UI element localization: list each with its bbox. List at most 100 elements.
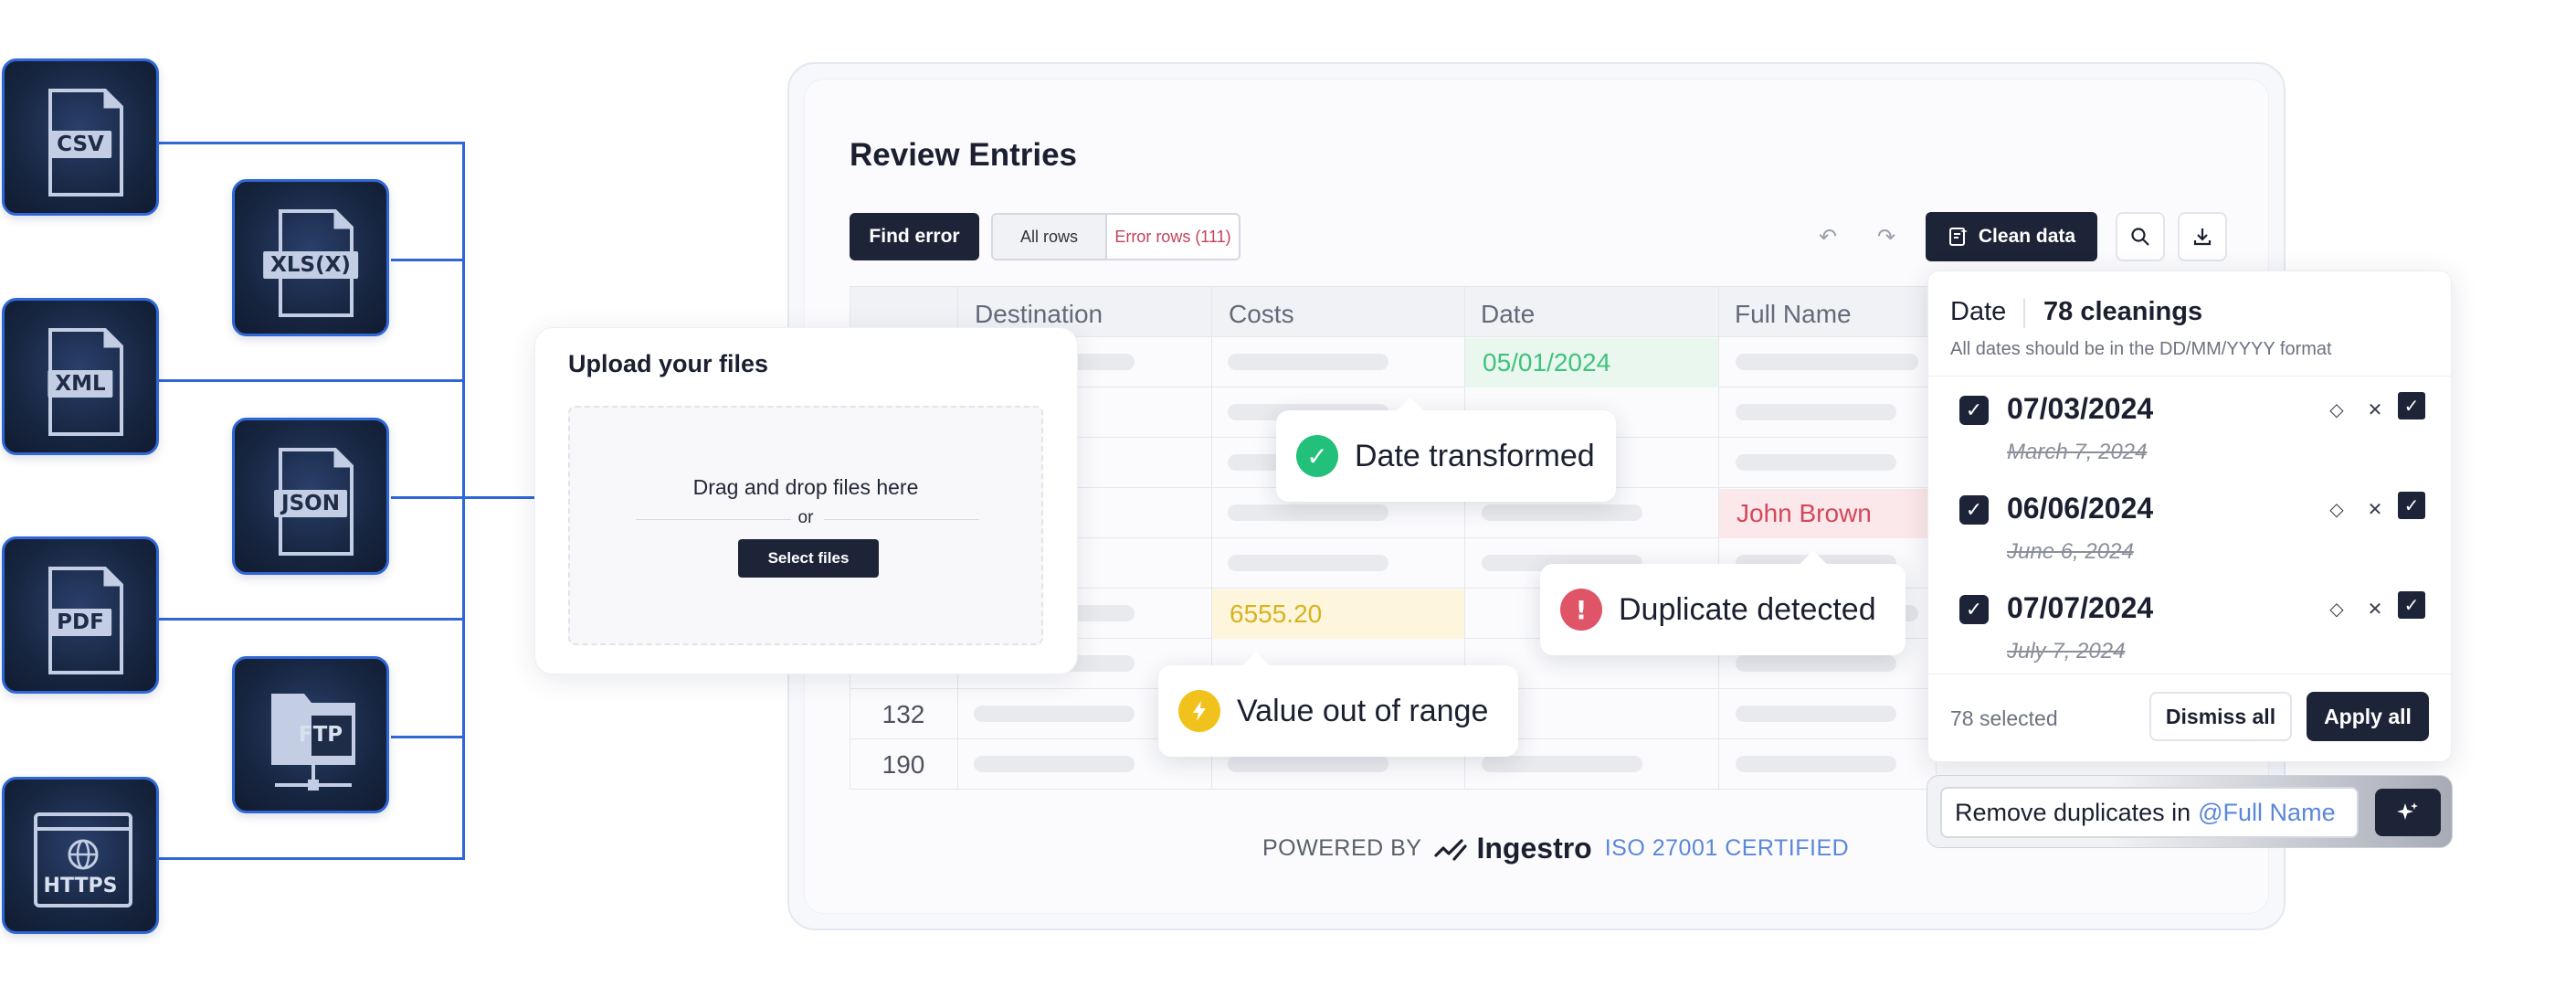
- placeholder-bar: [1228, 555, 1388, 571]
- accept-checkbox[interactable]: ✓: [2398, 492, 2425, 519]
- accept-checkbox[interactable]: ✓: [2398, 591, 2425, 619]
- csv-label: CSV: [49, 131, 111, 158]
- check-circle-icon: ✓: [1296, 435, 1338, 477]
- alert-circle-icon: !: [1560, 589, 1602, 631]
- ai-command-input[interactable]: Remove duplicates in @Full Name: [1940, 787, 2359, 838]
- command-text: Remove duplicates in: [1955, 798, 2191, 826]
- connector-line: [391, 259, 465, 261]
- entry-checkbox[interactable]: ✓: [1959, 495, 1989, 525]
- dismiss-all-button[interactable]: Dismiss all: [2149, 692, 2292, 741]
- column-header-full-name[interactable]: Full Name: [1735, 300, 1852, 329]
- column-header-costs[interactable]: Costs: [1229, 300, 1294, 329]
- error-rows-tab[interactable]: Error rows (111): [1107, 215, 1239, 259]
- connector-trunk: [462, 142, 465, 860]
- csv-source-tile[interactable]: CSV: [2, 58, 159, 216]
- iso-certification: ISO 27001 CERTIFIED: [1604, 835, 1850, 861]
- clean-data-label: Clean data: [1978, 226, 2076, 247]
- xls-label: XLS(X): [263, 251, 358, 279]
- cost-cell-out-of-range[interactable]: 6555.20: [1211, 589, 1464, 639]
- entry-checkbox[interactable]: ✓: [1959, 396, 1989, 425]
- brand-logo[interactable]: Ingestro: [1434, 832, 1592, 865]
- date-cell-transformed[interactable]: 05/01/2024: [1464, 338, 1718, 387]
- date-transformed-toast: ✓ Date transformed: [1276, 397, 1616, 502]
- edit-diamond-icon[interactable]: ◇: [2323, 495, 2350, 523]
- find-error-button[interactable]: Find error: [850, 213, 979, 260]
- column-divider: [1718, 286, 1719, 789]
- all-rows-tab[interactable]: All rows: [993, 215, 1107, 259]
- lightning-icon: [1178, 690, 1220, 732]
- connector-line: [159, 142, 465, 144]
- ftp-source-tile[interactable]: FTP: [232, 656, 389, 813]
- entry-new-value: 07/07/2024: [2007, 591, 2154, 624]
- ingestro-logo-icon: [1434, 838, 1468, 861]
- connector-line: [159, 618, 465, 621]
- placeholder-bar: [1736, 706, 1896, 722]
- entry-new-value: 06/06/2024: [2007, 492, 2154, 525]
- redo-icon[interactable]: ↷: [1873, 224, 1900, 249]
- entry-checkbox[interactable]: ✓: [1959, 595, 1989, 624]
- selected-count: 78 selected: [1950, 706, 2058, 730]
- panel-column-name: Date: [1950, 297, 2007, 326]
- toast-text: Date transformed: [1355, 438, 1595, 473]
- ftp-label: FTP: [298, 723, 343, 747]
- or-separator: or: [797, 508, 814, 527]
- placeholder-bar: [1736, 756, 1896, 772]
- clean-data-icon: [1948, 228, 1968, 246]
- column-mention: @Full Name: [2198, 798, 2336, 826]
- placeholder-bar: [1228, 504, 1388, 521]
- column-header-date[interactable]: Date: [1481, 300, 1535, 329]
- page-title: Review Entries: [850, 137, 1077, 173]
- powered-by-label: POWERED BY: [1262, 835, 1422, 861]
- column-header-destination[interactable]: Destination: [975, 300, 1103, 329]
- powered-by-footer: POWERED BY Ingestro ISO 27001 CERTIFIED: [1262, 832, 1849, 865]
- clean-data-button[interactable]: Clean data: [1926, 212, 2097, 261]
- upload-card: Upload your files Drag and drop files he…: [534, 327, 1078, 674]
- xml-source-tile[interactable]: XML: [2, 298, 159, 455]
- https-source-tile[interactable]: HTTPS: [2, 777, 159, 934]
- cleaning-entry: ✓ 07/03/2024 March 7, 2024 ◇ ✕ ✓: [1928, 379, 2451, 478]
- row-index: 132: [882, 700, 925, 728]
- dropzone-text: Drag and drop files here: [692, 475, 919, 499]
- close-icon[interactable]: ✕: [2361, 595, 2389, 622]
- ai-run-button[interactable]: [2375, 789, 2441, 836]
- download-button[interactable]: [2178, 212, 2227, 261]
- divider: [1928, 376, 2451, 377]
- entry-old-value: June 6, 2024: [2007, 539, 2134, 564]
- edit-diamond-icon[interactable]: ◇: [2323, 396, 2350, 423]
- pdf-source-tile[interactable]: PDF: [2, 536, 159, 694]
- placeholder-bar: [974, 756, 1135, 772]
- json-label: JSON: [274, 490, 347, 517]
- cleaning-entry: ✓ 07/07/2024 July 7, 2024 ◇ ✕ ✓: [1928, 578, 2451, 677]
- placeholder-bar: [1228, 354, 1388, 370]
- file-dropzone[interactable]: Drag and drop files here or Select files: [568, 406, 1043, 645]
- xml-label: XML: [48, 370, 113, 398]
- connector-line: [462, 496, 537, 499]
- accept-checkbox[interactable]: ✓: [2398, 392, 2425, 419]
- duplicate-detected-toast: ! Duplicate detected: [1540, 550, 1906, 655]
- download-icon: [2193, 228, 2212, 246]
- value-out-of-range-toast: Value out of range: [1158, 652, 1518, 757]
- placeholder-bar: [1482, 504, 1642, 521]
- ai-command-bar: Remove duplicates in @Full Name: [1927, 775, 2453, 848]
- browser-globe-icon: [34, 812, 132, 907]
- select-files-button[interactable]: Select files: [738, 539, 879, 578]
- placeholder-bar: [1228, 756, 1388, 772]
- undo-icon[interactable]: ↶: [1814, 224, 1842, 249]
- name-cell-duplicate[interactable]: John Brown: [1718, 489, 1937, 538]
- row-index: 190: [882, 750, 925, 779]
- xls-source-tile[interactable]: XLS(X): [232, 179, 389, 336]
- edit-diamond-icon[interactable]: ◇: [2323, 595, 2350, 622]
- apply-all-button[interactable]: Apply all: [2307, 692, 2429, 741]
- cleaning-entry: ✓ 06/06/2024 June 6, 2024 ◇ ✕ ✓: [1928, 479, 2451, 578]
- brand-name: Ingestro: [1476, 832, 1592, 865]
- upload-title: Upload your files: [568, 350, 769, 377]
- row-filter-toggle: All rows Error rows (111): [991, 213, 1240, 260]
- json-source-tile[interactable]: JSON: [232, 418, 389, 575]
- close-icon[interactable]: ✕: [2361, 396, 2389, 423]
- close-icon[interactable]: ✕: [2361, 495, 2389, 523]
- search-button[interactable]: [2116, 212, 2165, 261]
- connector-line: [391, 496, 465, 499]
- placeholder-bar: [1482, 756, 1642, 772]
- toast-text: Value out of range: [1237, 693, 1489, 728]
- placeholder-bar: [1736, 404, 1896, 420]
